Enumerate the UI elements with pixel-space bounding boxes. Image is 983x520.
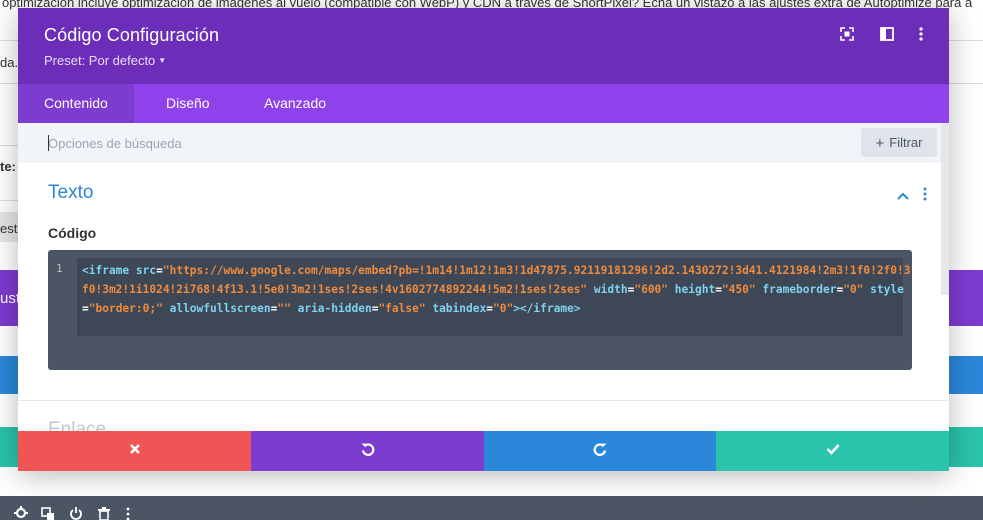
background-text-fragment: te: [0, 159, 16, 174]
more-vertical-icon[interactable] [922, 186, 928, 202]
plus-icon: + [875, 135, 885, 152]
code-content[interactable]: <iframe src="https://www.google.com/maps… [82, 261, 912, 318]
code-token-val: "border:0;" [88, 302, 163, 315]
background-blue-row [949, 356, 983, 394]
modal-header: Código Configuración Preset: Por defecto… [18, 8, 949, 84]
background-panel [949, 145, 983, 259]
redo-icon [592, 441, 608, 462]
code-token-val: "false" [378, 302, 426, 315]
more-vertical-icon[interactable] [121, 506, 135, 520]
module-toolbar [0, 496, 983, 520]
code-token-attr: tabindex [425, 302, 487, 315]
trash-icon[interactable] [97, 506, 111, 520]
background-text-fragment: ust [0, 290, 21, 307]
code-token-eq: = [486, 302, 493, 315]
tab-diseno[interactable]: Diseño [140, 84, 236, 123]
undo-button[interactable] [251, 431, 484, 471]
code-token-tag: <iframe [82, 264, 136, 277]
chevron-up-icon[interactable] [896, 188, 910, 200]
section-title-texto[interactable]: Texto [48, 182, 93, 204]
code-token-tag: ></iframe> [513, 302, 581, 315]
filter-label: Filtrar [889, 135, 923, 150]
preset-label: Preset: Por defecto [44, 53, 156, 68]
code-token-val: "450" [721, 283, 756, 296]
filter-button[interactable]: + Filtrar [861, 128, 937, 157]
gear-icon[interactable] [14, 506, 28, 520]
tab-bar: Contenido Diseño Avanzado [18, 84, 949, 123]
background-green-row [949, 427, 983, 467]
fullscreen-icon[interactable] [839, 26, 855, 42]
code-token-attr: height [668, 283, 716, 296]
action-bar [18, 431, 949, 471]
close-icon [129, 442, 141, 460]
code-token-attr: frameborder [755, 283, 837, 296]
code-token-attr: style [863, 283, 904, 296]
code-token-attr: allowfullscreen [162, 302, 271, 315]
search-bar: + Filtrar [18, 123, 949, 163]
modal-title: Código Configuración [44, 25, 220, 45]
line-number: 1 [56, 262, 63, 275]
check-icon [826, 442, 840, 460]
code-token-eq: = [715, 283, 722, 296]
code-token-val: "" [277, 302, 291, 315]
duplicate-icon[interactable] [41, 506, 55, 520]
settings-modal: Código Configuración Preset: Por defecto… [18, 8, 949, 471]
tab-avanzado[interactable]: Avanzado [238, 84, 352, 123]
redo-button[interactable] [484, 431, 716, 471]
code-token-val: "0" [843, 283, 864, 296]
code-field-label: Código [48, 225, 97, 241]
code-token-attr: aria-hidden [290, 302, 372, 315]
code-token-val: "600" [634, 283, 669, 296]
more-vertical-icon[interactable] [916, 26, 932, 42]
code-token-eq: = [82, 302, 89, 315]
code-token-eq: = [156, 264, 163, 277]
search-input[interactable] [44, 123, 844, 163]
preset-dropdown[interactable]: Preset: Por defecto ▼ [44, 53, 166, 68]
save-button[interactable] [716, 431, 949, 471]
code-token-val: "0" [492, 302, 514, 315]
scrollbar[interactable] [941, 123, 949, 295]
background-green-row [0, 427, 18, 467]
background-purple-row [949, 270, 983, 326]
text-cursor [48, 135, 49, 151]
caret-down-icon: ▼ [158, 56, 167, 65]
discard-button[interactable] [18, 431, 251, 471]
background-blue-row [0, 356, 18, 394]
split-view-icon[interactable] [879, 26, 895, 42]
section-divider [18, 400, 949, 401]
tab-contenido[interactable]: Contenido [18, 84, 134, 123]
power-icon[interactable] [69, 506, 83, 520]
code-token-attr: width [587, 283, 628, 296]
background-text-fragment: est [0, 221, 18, 236]
undo-icon [360, 441, 376, 462]
code-token-attr: src [135, 264, 157, 277]
code-editor[interactable]: 1 <iframe src="https://www.google.com/ma… [48, 250, 912, 370]
